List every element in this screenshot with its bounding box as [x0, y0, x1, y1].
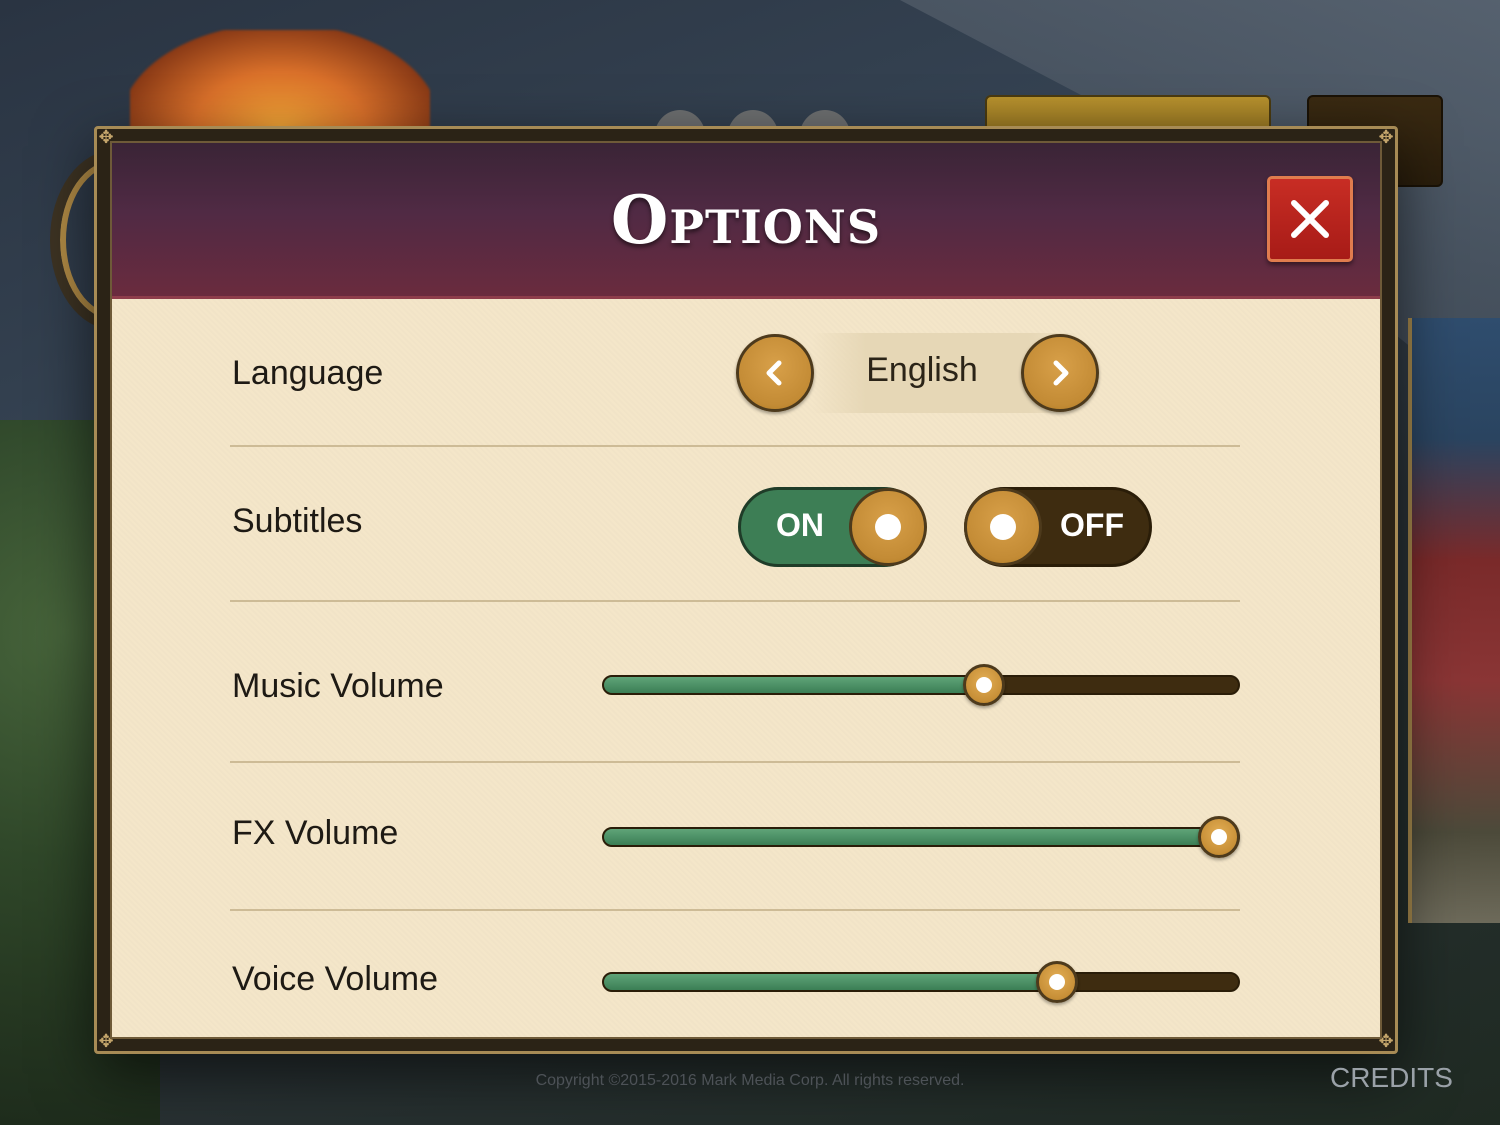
music-volume-slider[interactable] — [602, 664, 1240, 706]
subtitles-on-label: ON — [776, 507, 824, 543]
dialog-title: Options — [610, 181, 882, 259]
settings-list: Language English Subtitles ON OFF Music … — [112, 299, 1380, 1037]
options-dialog: ✥ ✥ ✥ ✥ Options Language English Subtitl… — [94, 126, 1398, 1054]
music-volume-label: Music Volume — [232, 667, 444, 705]
toggle-knob — [964, 488, 1042, 566]
dialog-panel: Options Language English Subtitles ON OF… — [110, 141, 1382, 1039]
divider — [230, 761, 1240, 763]
language-next-button[interactable] — [1021, 334, 1099, 412]
fx-volume-slider[interactable] — [602, 816, 1240, 858]
divider — [230, 445, 1240, 447]
chevron-right-icon — [1053, 360, 1069, 386]
voice-volume-slider[interactable] — [602, 961, 1240, 1003]
slider-thumb[interactable] — [1036, 961, 1079, 1003]
slider-thumb[interactable] — [1197, 816, 1240, 858]
slider-thumb[interactable] — [963, 664, 1006, 706]
voice-volume-label: Voice Volume — [232, 960, 439, 998]
slider-fill — [604, 829, 1219, 845]
subtitles-off-toggle[interactable]: OFF — [964, 487, 1152, 567]
language-label: Language — [232, 354, 384, 392]
subtitles-off-label: OFF — [1060, 507, 1124, 543]
divider — [230, 909, 1240, 911]
subtitles-on-toggle[interactable]: ON — [738, 487, 927, 567]
credits-button[interactable]: CREDITS — [1330, 1062, 1453, 1094]
dialog-header: Options — [112, 143, 1380, 299]
chevron-left-icon — [766, 360, 782, 386]
background-card — [1408, 318, 1500, 923]
fx-volume-label: FX Volume — [232, 814, 399, 852]
subtitles-label: Subtitles — [232, 502, 363, 540]
slider-fill — [604, 974, 1058, 990]
close-button[interactable] — [1267, 176, 1353, 262]
divider — [230, 600, 1240, 602]
copyright-text: Copyright ©2015-2016 Mark Media Corp. Al… — [535, 1072, 965, 1089]
language-value: English — [866, 351, 978, 389]
close-icon — [1291, 200, 1329, 238]
toggle-knob — [849, 488, 927, 566]
slider-fill — [604, 677, 985, 693]
